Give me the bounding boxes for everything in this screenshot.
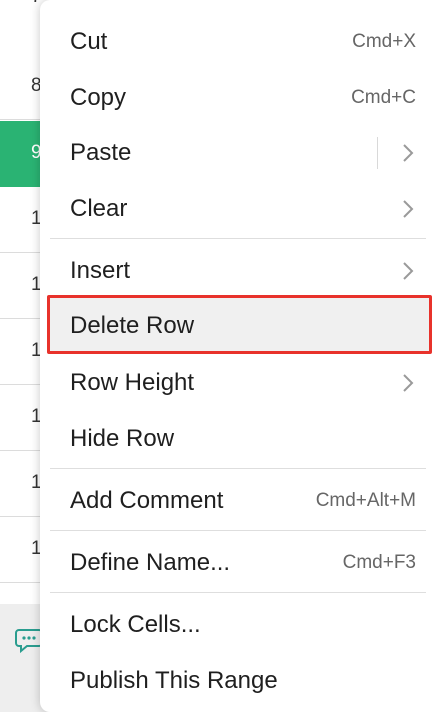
menu-item-label: Lock Cells... <box>70 611 201 638</box>
shortcut-hint: Cmd+Alt+M <box>315 490 416 511</box>
menu-item-label: Cut <box>70 28 108 55</box>
menu-item-row-height[interactable]: Row Height <box>40 355 438 411</box>
shortcut-hint: Cmd+C <box>351 87 416 108</box>
menu-item-label: Copy <box>70 84 127 111</box>
menu-item-add-comment[interactable]: Add Comment Cmd+Alt+M <box>40 473 438 529</box>
menu-divider <box>50 468 426 469</box>
menu-item-label: Row Height <box>70 369 195 396</box>
menu-item-label: Insert <box>70 257 131 284</box>
menu-item-label: Clear <box>70 195 128 222</box>
menu-item-clear[interactable]: Clear <box>40 181 438 237</box>
menu-item-label: Paste <box>70 139 132 166</box>
menu-divider <box>50 238 426 239</box>
menu-divider <box>50 592 426 593</box>
menu-item-label: Delete Row <box>70 312 195 339</box>
menu-item-publish-range[interactable]: Publish This Range <box>40 653 438 709</box>
menu-item-lock-cells[interactable]: Lock Cells... <box>40 597 438 653</box>
shortcut-hint: Cmd+F3 <box>342 552 416 573</box>
menu-item-paste[interactable]: Paste <box>40 125 438 181</box>
menu-item-hide-row[interactable]: Hide Row <box>40 411 438 467</box>
shortcut-hint: Cmd+X <box>352 31 416 52</box>
menu-item-define-name[interactable]: Define Name... Cmd+F3 <box>40 535 438 591</box>
menu-item-label: Publish This Range <box>70 667 278 694</box>
chevron-right-icon <box>403 262 414 280</box>
menu-item-insert[interactable]: Insert <box>40 243 438 299</box>
menu-item-copy[interactable]: Copy Cmd+C <box>40 70 438 126</box>
context-menu: Cut Cmd+X Copy Cmd+C Paste Clear Insert … <box>40 0 438 712</box>
menu-divider <box>50 530 426 531</box>
chevron-right-icon <box>403 200 414 218</box>
menu-item-label: Hide Row <box>70 425 175 452</box>
menu-item-label: Add Comment <box>70 487 224 514</box>
chevron-right-icon[interactable] <box>402 143 414 163</box>
menu-item-cut[interactable]: Cut Cmd+X <box>40 14 438 70</box>
menu-item-label: Define Name... <box>70 549 231 576</box>
chevron-right-icon <box>403 374 414 392</box>
menu-item-delete-row[interactable]: Delete Row <box>40 295 438 354</box>
split-divider <box>377 137 378 169</box>
